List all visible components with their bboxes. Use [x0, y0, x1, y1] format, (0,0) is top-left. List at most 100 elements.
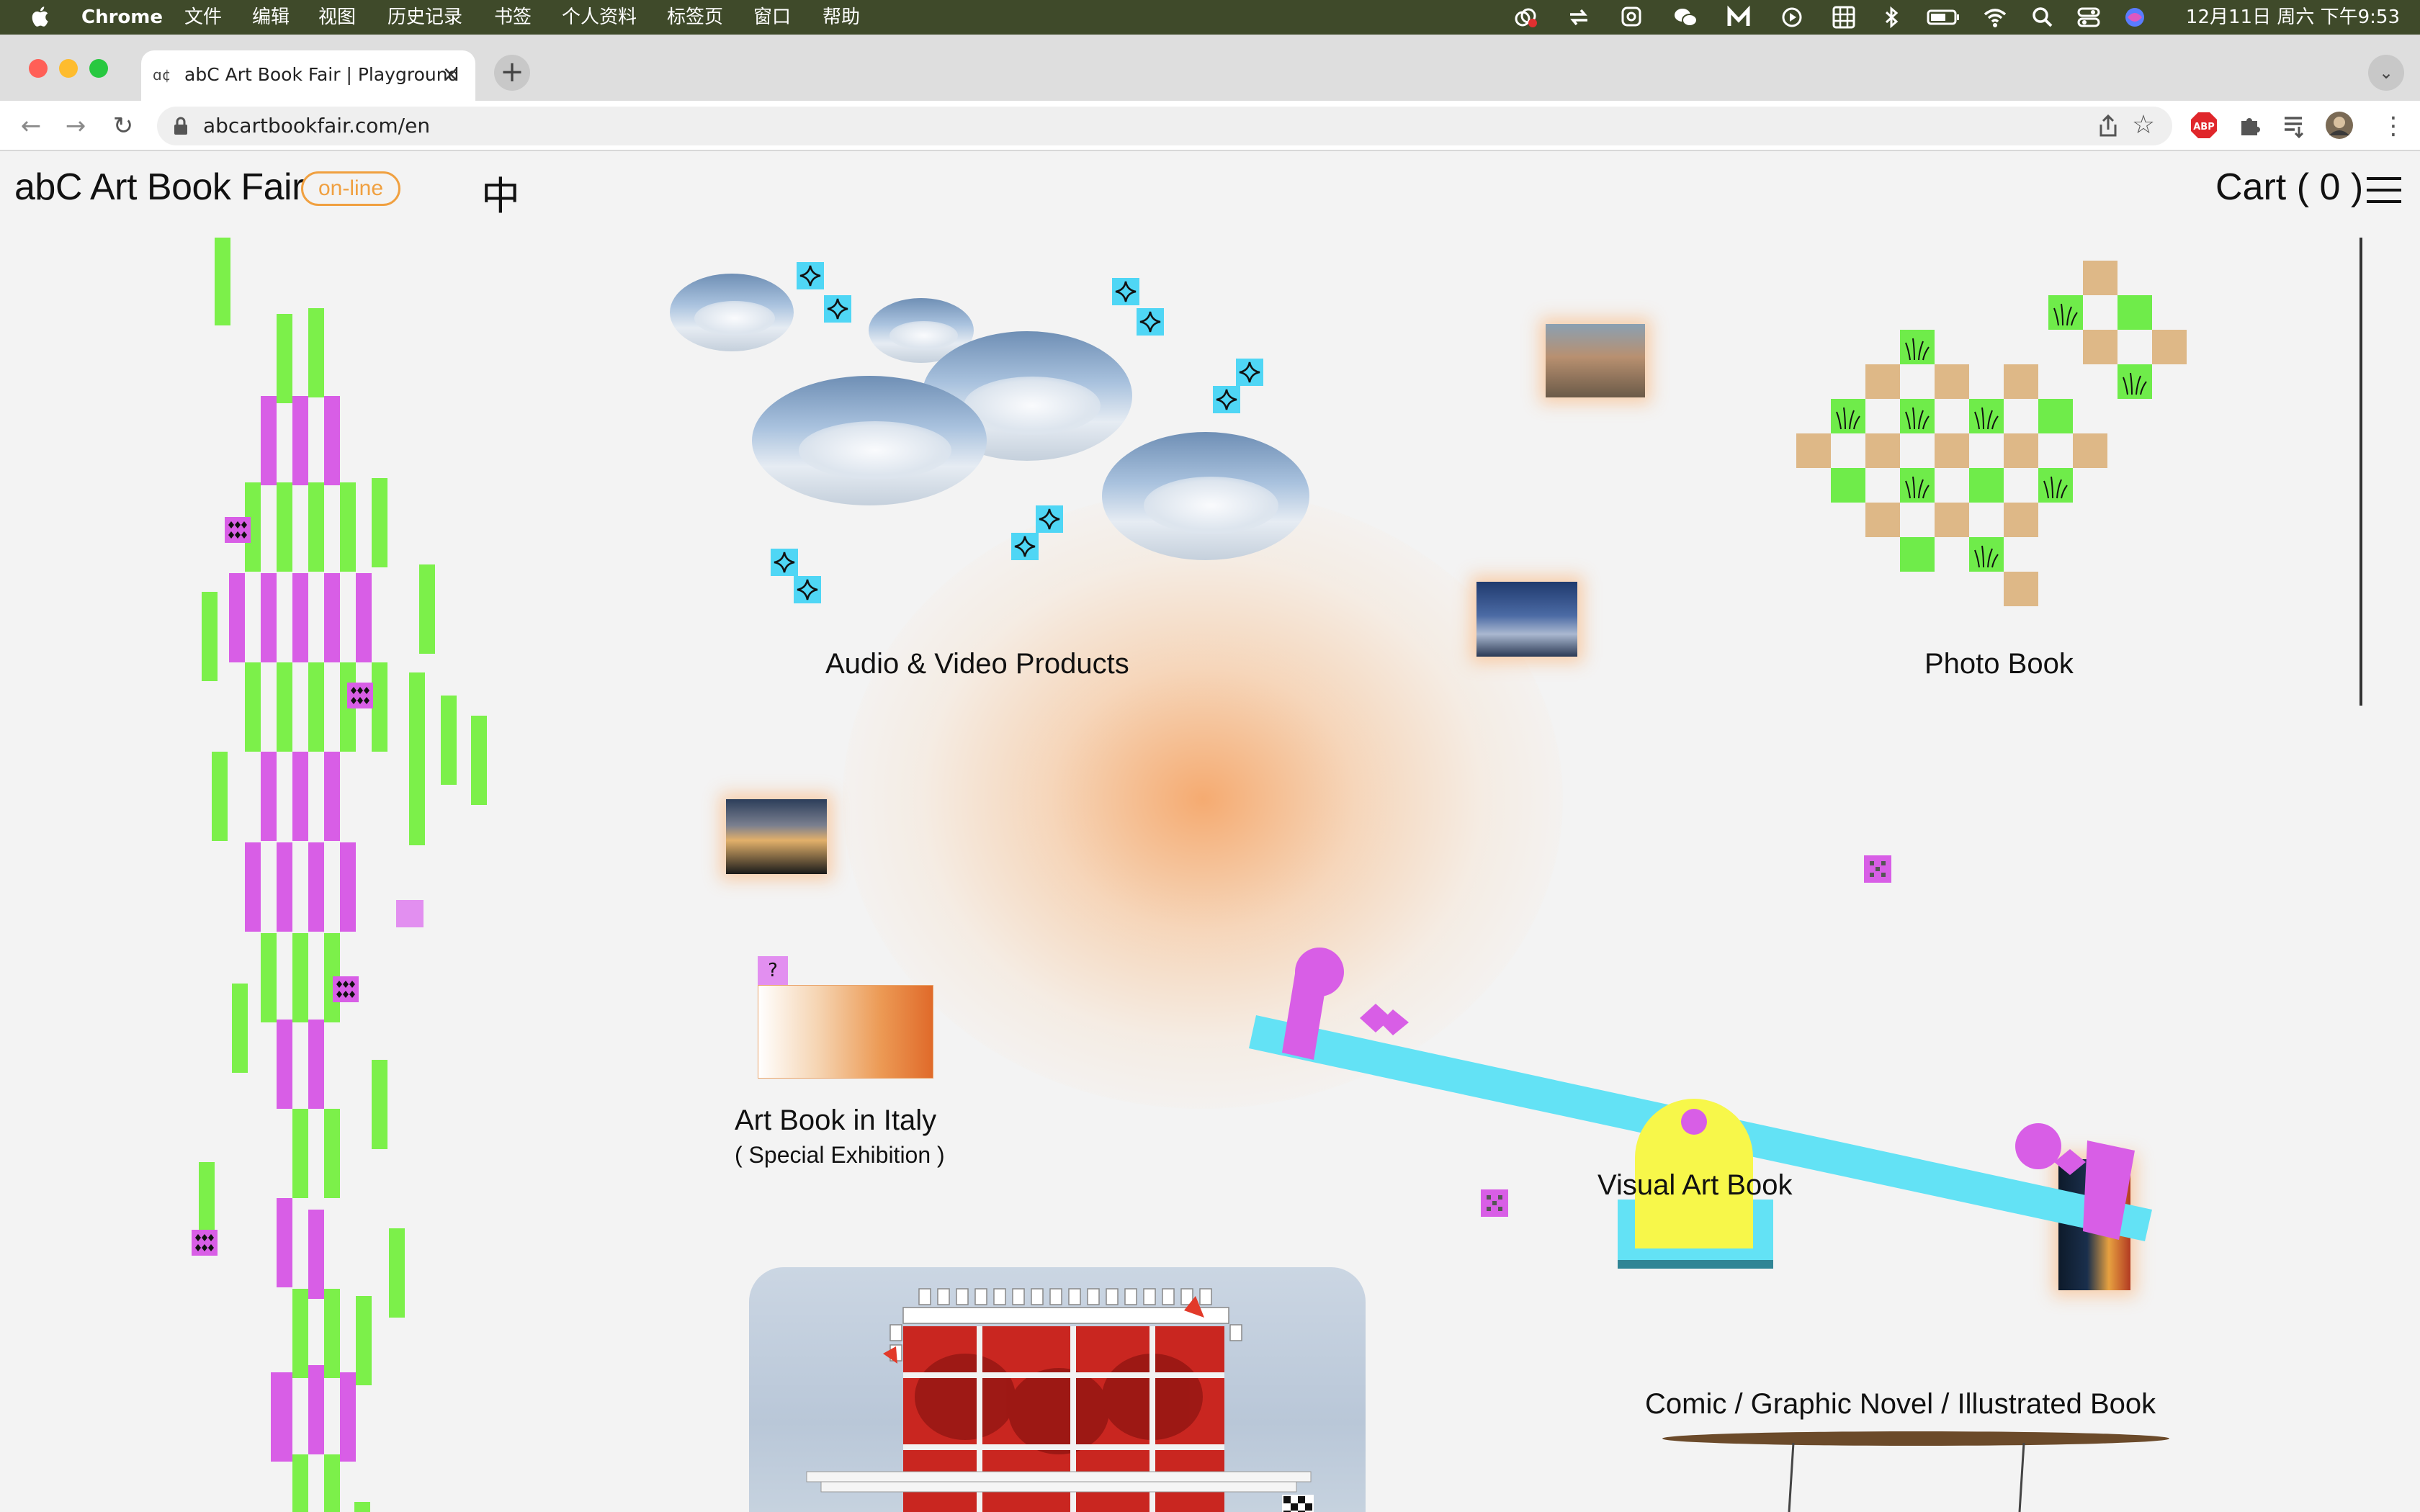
grass-icon — [1905, 476, 1930, 499]
building-card[interactable] — [749, 1267, 1366, 1512]
gradient-swatch[interactable] — [758, 985, 933, 1079]
menu-view[interactable]: 视图 — [318, 0, 356, 35]
red-building-illustration — [806, 1288, 1312, 1512]
grass-icon — [2123, 372, 2147, 395]
site-favicon-icon: ɑ¢ — [153, 66, 171, 84]
status-icons — [1512, 0, 2148, 35]
sparkle-icon — [1213, 386, 1240, 413]
window-minimize-button[interactable] — [59, 59, 78, 78]
visual-art-book-label[interactable]: Visual Art Book — [1597, 1169, 1793, 1202]
new-tab-button[interactable]: + — [494, 55, 530, 91]
question-badge[interactable]: ? — [758, 956, 788, 985]
building-photo[interactable] — [1546, 324, 1645, 397]
sparkle-icon — [1137, 308, 1164, 336]
grass-icon — [1905, 338, 1930, 361]
sparkle-icon — [824, 295, 851, 323]
pattern-tile-icon[interactable] — [1481, 1189, 1508, 1217]
sparkle-icon — [1011, 533, 1039, 560]
sparkle-icon — [1236, 359, 1263, 386]
hamburger-menu-icon[interactable] — [2367, 177, 2401, 206]
reload-icon[interactable]: ↻ — [107, 109, 140, 143]
wifi-icon[interactable] — [1982, 4, 2008, 30]
art-book-italy-subtitle: ( Special Exhibition ) — [735, 1142, 945, 1168]
m-app-icon[interactable] — [1726, 4, 1752, 30]
menu-history[interactable]: 历史记录 — [387, 0, 462, 35]
pattern-tile-icon[interactable] — [1864, 855, 1891, 883]
menu-tabs[interactable]: 标签页 — [667, 0, 723, 35]
battery-icon — [1927, 9, 1959, 25]
tab-title: abC Art Book Fair | Playground — [184, 64, 460, 85]
share-icon[interactable] — [2096, 114, 2120, 138]
cloud-image — [1102, 432, 1309, 560]
tab-search-button[interactable]: ⌄ — [2368, 55, 2404, 91]
sparkle-icon — [771, 549, 798, 576]
adblock-plus-icon[interactable]: ABP — [2190, 111, 2218, 140]
tab-close-icon[interactable]: × — [438, 60, 464, 89]
creative-cloud-icon[interactable] — [1512, 4, 1538, 30]
grass-icon — [2053, 303, 2078, 326]
extensions-puzzle-icon[interactable] — [2236, 111, 2264, 140]
browser-tab-active[interactable]: ɑ¢ abC Art Book Fair | Playground × — [141, 50, 475, 101]
spotlight-search-icon[interactable] — [2030, 4, 2056, 30]
cart-count: ( 0 ) — [2296, 166, 2364, 208]
menu-bookmarks[interactable]: 书签 — [494, 0, 532, 35]
sparkle-icon — [1112, 278, 1139, 305]
apple-icon[interactable] — [29, 4, 53, 29]
sky-photo[interactable] — [1476, 582, 1577, 657]
bluetooth-icon[interactable] — [1878, 4, 1904, 30]
pattern-square-icon[interactable] — [192, 1230, 218, 1256]
menu-file[interactable]: 文件 — [184, 0, 222, 35]
art-book-italy-label[interactable]: Art Book in Italy — [735, 1104, 936, 1137]
scroll-indicator — [2360, 238, 2362, 706]
cloud-image — [670, 274, 794, 351]
menu-profiles[interactable]: 个人资料 — [562, 0, 637, 35]
grass-icon — [1974, 407, 1999, 430]
svg-text:ABP: ABP — [2193, 122, 2215, 132]
language-toggle[interactable]: 中 — [481, 164, 520, 221]
calendar-grid-icon[interactable] — [1831, 4, 1857, 30]
menu-edit[interactable]: 编辑 — [252, 0, 290, 35]
grass-icon — [1905, 407, 1930, 430]
sunset-photo[interactable] — [726, 799, 827, 874]
photo-book-label[interactable]: Photo Book — [1924, 648, 2074, 680]
audio-video-label[interactable]: Audio & Video Products — [825, 648, 1129, 680]
online-badge: on-line — [301, 171, 400, 206]
menu-help[interactable]: 帮助 — [823, 0, 860, 35]
control-center-icon[interactable] — [2076, 4, 2102, 30]
grass-icon — [2043, 476, 2068, 499]
comic-label[interactable]: Comic / Graphic Novel / Illustrated Book — [1645, 1388, 2156, 1421]
url-text[interactable]: abcartbookfair.com/en — [203, 107, 430, 145]
checker-tile-icon[interactable] — [1282, 1495, 1314, 1512]
back-arrow-icon[interactable]: ← — [14, 109, 48, 143]
bookmark-star-icon[interactable]: ☆ — [2129, 111, 2158, 140]
play-icon[interactable] — [1779, 4, 1805, 30]
sparkle-icon — [794, 576, 821, 603]
browser-toolbar: ← → ↻ abcartbookfair.com/en ☆ ABP ⋮ — [0, 101, 2420, 151]
menu-window[interactable]: 窗口 — [753, 0, 791, 35]
seesaw-illustration[interactable] — [1239, 914, 2175, 1289]
clock[interactable]: 12月11日 周六 下午9:53 — [2186, 0, 2400, 35]
address-bar[interactable]: abcartbookfair.com/en ☆ — [157, 107, 2172, 145]
grass-icon — [1836, 407, 1860, 430]
pattern-square-icon[interactable] — [225, 517, 251, 543]
site-logo[interactable]: abC Art Book Fair — [14, 166, 304, 209]
pattern-square-icon[interactable] — [333, 976, 359, 1002]
siri-icon[interactable] — [2122, 4, 2148, 30]
lock-icon[interactable] — [173, 117, 189, 135]
window-zoom-button[interactable] — [89, 59, 108, 78]
chrome-menu-icon[interactable]: ⋮ — [2377, 109, 2410, 143]
cart-link[interactable]: Cart ( 0 ) — [2215, 166, 2363, 209]
pattern-square-icon[interactable] — [347, 683, 373, 708]
wechat-icon[interactable] — [1672, 4, 1698, 30]
qq-icon[interactable] — [1619, 4, 1645, 30]
window-close-button[interactable] — [29, 59, 48, 78]
reading-list-icon[interactable] — [2280, 111, 2309, 140]
sync-icon[interactable] — [1566, 4, 1592, 30]
sparkle-icon — [1036, 505, 1063, 533]
menu-app-name[interactable]: Chrome — [81, 0, 163, 35]
cart-label: Cart — [2215, 166, 2287, 208]
profile-avatar-icon[interactable] — [2325, 111, 2354, 140]
pink-square-decoration — [396, 900, 424, 927]
forward-arrow-icon[interactable]: → — [59, 109, 92, 143]
grass-icon — [1974, 545, 1999, 568]
